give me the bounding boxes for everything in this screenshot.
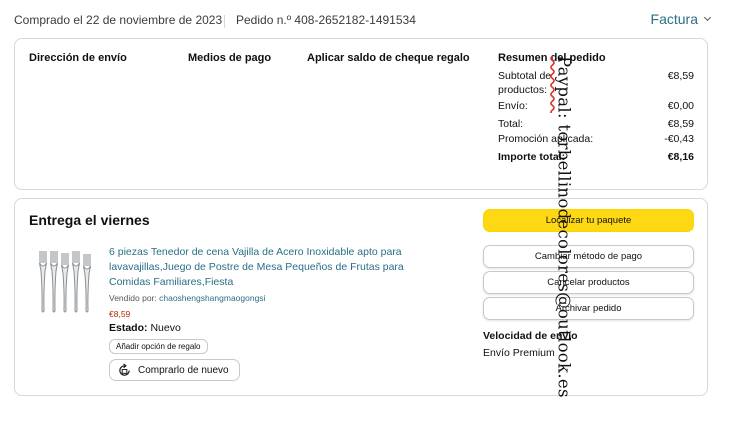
- seller-line: Vendido por: chaoshengshangmaogongsi: [109, 293, 265, 303]
- purchase-date: Comprado el 22 de noviembre de 2023: [14, 13, 223, 27]
- invoice-label: Factura: [650, 11, 698, 27]
- product-title-link[interactable]: 6 piezas Tenedor de cena Vajilla de Acer…: [109, 245, 439, 290]
- shipping-address-heading: Dirección de envío: [29, 52, 127, 64]
- product-state: Estado: Nuevo: [109, 322, 181, 334]
- summary-value: €8,16: [667, 151, 694, 163]
- cancel-products-button[interactable]: Cancelar productos: [483, 271, 694, 294]
- chevron-down-icon: [703, 13, 712, 22]
- summary-label: Total:: [498, 118, 524, 130]
- order-summary-heading: Resumen del pedido: [498, 52, 606, 64]
- order-header: Comprado el 22 de noviembre de 2023 Pedi…: [14, 11, 714, 31]
- summary-row-grand-total: Importe total: €8,16: [498, 150, 694, 164]
- gift-balance-heading: Aplicar saldo de cheque regalo: [307, 52, 470, 64]
- buy-again-button[interactable]: Comprarlo de nuevo: [109, 359, 240, 381]
- summary-row-promotion: Promoción aplicada: -€0,43: [498, 132, 694, 146]
- sold-by-label: Vendido por:: [109, 293, 157, 303]
- watermark-email: : torbellinodecolores@outlook.es: [554, 113, 574, 398]
- watermark-prefix: Paypal: [554, 56, 574, 113]
- buy-again-icon: [119, 362, 130, 376]
- state-label: Estado:: [109, 322, 148, 334]
- order-summary-card: Dirección de envío Medios de pago Aplica…: [14, 38, 708, 190]
- buy-again-label: Comprarlo de nuevo: [138, 364, 229, 376]
- paypal-watermark-overlay: Paypal: torbellinodecolores@outlook.es: [554, 56, 574, 398]
- summary-value: €8,59: [667, 70, 694, 82]
- seller-link[interactable]: chaoshengshangmaogongsi: [159, 293, 265, 303]
- add-gift-option-button[interactable]: Añadir opción de regalo: [109, 339, 208, 354]
- header-divider: [224, 15, 225, 28]
- summary-value: -€0,43: [664, 133, 694, 145]
- order-number: Pedido n.º 408-2652182-1491534: [236, 13, 416, 27]
- invoice-link[interactable]: Factura: [650, 11, 712, 27]
- summary-label: Envío:: [498, 100, 528, 112]
- locate-package-button[interactable]: Localizar tu paquete: [483, 209, 694, 232]
- delivery-title: Entrega el viernes: [29, 212, 150, 228]
- summary-value: €8,59: [667, 118, 694, 130]
- state-value: Nuevo: [150, 322, 181, 334]
- summary-label: Promoción aplicada:: [498, 133, 594, 145]
- summary-row-subtotal: Subtotal de productos: €8,59: [498, 69, 694, 97]
- summary-row-total: Total: €8,59: [498, 117, 694, 131]
- shipping-speed-value: Envío Premium: [483, 347, 555, 359]
- archive-order-button[interactable]: Archivar pedido: [483, 297, 694, 320]
- summary-value: €0,00: [667, 100, 694, 112]
- product-price: €8,59: [109, 309, 131, 319]
- forks-product-image[interactable]: [35, 247, 99, 315]
- delivery-card: Entrega el viernes 6 piezas Tenedor de c…: [14, 198, 708, 396]
- payment-methods-heading: Medios de pago: [188, 52, 272, 64]
- summary-row-shipping: Envío: €0,00: [498, 99, 694, 113]
- change-payment-button[interactable]: Cambiar método de pago: [483, 245, 694, 268]
